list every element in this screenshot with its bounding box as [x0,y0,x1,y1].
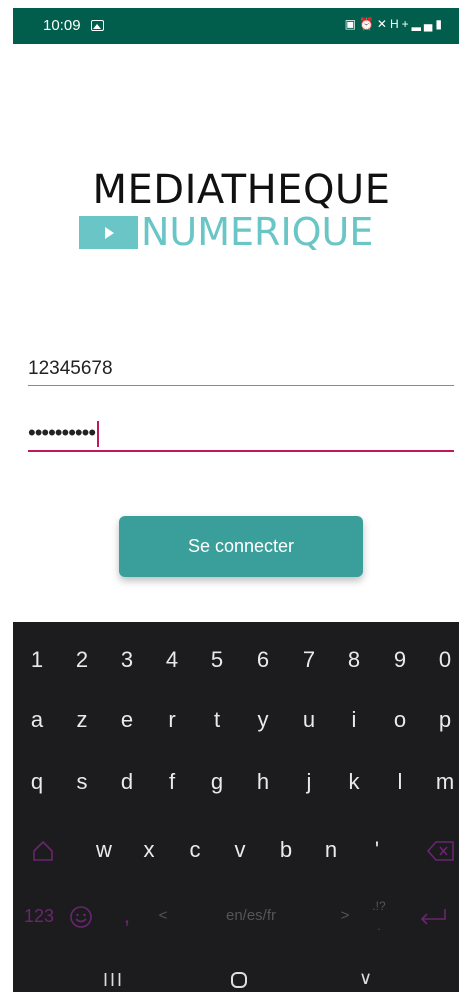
key-n[interactable]: n [309,824,353,876]
key-t[interactable]: t [195,694,239,746]
key-w[interactable]: w [82,824,126,876]
network-h-plus-icon: H+ [389,17,412,31]
status-time: 10:09 [43,17,81,34]
key-l[interactable]: l [378,756,422,808]
password-dots: •••••••••• [28,420,96,445]
key-s[interactable]: s [60,756,104,808]
logo-line2: NUMERIQUE [141,210,374,254]
key-p[interactable]: p [423,694,459,746]
key-4[interactable]: 4 [150,634,194,686]
keyboard-row-2: q s d f g h j k l m [13,756,459,808]
keyboard-row-3: w x c v b n ' [13,824,459,876]
key-y[interactable]: y [241,694,285,746]
enter-key[interactable] [411,890,455,942]
app-screen: 10:09 ▣⏰✕H+▂▄▮ MEDIATHEQUE NUMERIQUE 123… [13,8,459,992]
shift-icon [33,841,53,861]
key-f[interactable]: f [150,756,194,808]
back-button[interactable]: ∨ [359,968,372,989]
key-b[interactable]: b [264,824,308,876]
username-value: 12345678 [28,358,113,379]
key-m[interactable]: m [423,756,459,808]
cursor-left-key[interactable]: < [141,890,185,942]
keyboard-row-4: 123 , < en/es/fr > .!?. [13,890,459,942]
key-3[interactable]: 3 [105,634,149,686]
alarm-icon: ⏰ [358,17,377,31]
signal-icon: ▂▄ [411,17,436,31]
punct-top: .!? [372,899,386,913]
key-r[interactable]: r [150,694,194,746]
backspace-icon [426,841,454,861]
key-8[interactable]: 8 [332,634,376,686]
keyboard-row-numbers: 1 2 3 4 5 6 7 8 9 0 [13,634,459,686]
logo: MEDIATHEQUE NUMERIQUE [13,168,459,258]
key-u[interactable]: u [287,694,331,746]
key-q[interactable]: q [15,756,59,808]
keyboard-row-1: a z e r t y u i o p [13,694,459,746]
key-v[interactable]: v [218,824,262,876]
mute-icon: ✕ [376,17,390,31]
key-z[interactable]: z [60,694,104,746]
username-field[interactable]: 12345678 [28,355,454,386]
key-i[interactable]: i [332,694,376,746]
key-x[interactable]: x [127,824,171,876]
status-icons: ▣⏰✕H+▂▄▮ [345,17,445,31]
navigation-bar: III ∨ [13,962,459,992]
space-key[interactable]: en/es/fr [181,890,321,942]
gallery-icon [91,20,104,31]
keyboard: 1 2 3 4 5 6 7 8 9 0 a z e r t y u i o p … [13,622,459,962]
enter-icon [420,909,446,925]
key-7[interactable]: 7 [287,634,331,686]
play-icon [79,216,138,249]
key-c[interactable]: c [173,824,217,876]
key-j[interactable]: j [287,756,331,808]
key-9[interactable]: 9 [378,634,422,686]
key-6[interactable]: 6 [241,634,285,686]
punct-bottom: . [377,919,381,933]
emoji-icon [70,906,92,928]
key-e[interactable]: e [105,694,149,746]
home-button[interactable] [231,972,247,988]
backspace-key[interactable] [419,824,459,876]
shift-key[interactable] [21,824,65,876]
key-g[interactable]: g [195,756,239,808]
key-apostrophe[interactable]: ' [355,824,399,876]
punctuation-key[interactable]: .!?. [357,890,401,948]
text-cursor [97,421,100,448]
key-o[interactable]: o [378,694,422,746]
recents-button[interactable]: III [103,970,124,991]
key-2[interactable]: 2 [60,634,104,686]
status-bar: 10:09 ▣⏰✕H+▂▄▮ [13,8,459,44]
key-h[interactable]: h [241,756,285,808]
key-d[interactable]: d [105,756,149,808]
password-field[interactable]: •••••••••• [28,420,454,452]
login-button[interactable]: Se connecter [119,516,363,577]
key-5[interactable]: 5 [195,634,239,686]
key-0[interactable]: 0 [423,634,459,686]
logo-line1: MEDIATHEQUE [92,167,391,213]
emoji-key[interactable] [59,890,103,942]
mode-key[interactable]: 123 [17,890,61,942]
battery-icon: ▮ [435,17,445,31]
password-value: •••••••••• [28,420,100,448]
key-k[interactable]: k [332,756,376,808]
battery-saver-icon: ▣ [344,17,359,31]
key-1[interactable]: 1 [15,634,59,686]
key-a[interactable]: a [15,694,59,746]
